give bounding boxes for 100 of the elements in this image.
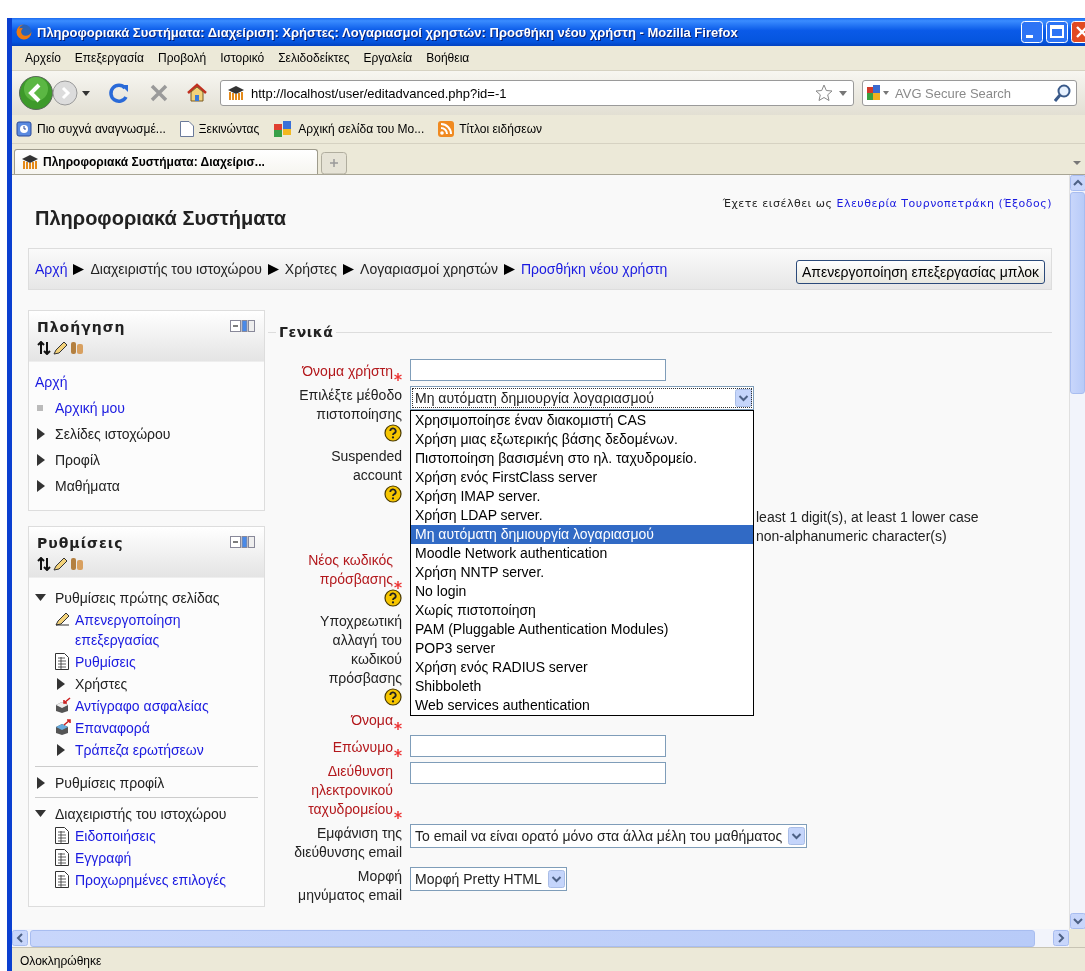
move-arrows-icon[interactable] (37, 341, 51, 355)
logout-link[interactable]: (Έξοδος) (994, 197, 1052, 210)
search-icon[interactable] (1054, 84, 1072, 102)
right-triangle-icon[interactable] (37, 428, 45, 440)
help-icon[interactable] (384, 589, 402, 607)
search-bar[interactable]: AVG Secure Search (862, 80, 1077, 106)
nav-link[interactable]: Αντίγραφο ασφαλείας (75, 696, 258, 716)
menu-item[interactable]: Ιστορικό (213, 49, 272, 67)
bookmark-link[interactable]: Τίτλοι ειδήσεων (459, 122, 542, 136)
right-triangle-icon[interactable] (37, 454, 45, 466)
nav-link[interactable]: Τράπεζα ερωτήσεων (75, 740, 258, 760)
horizontal-scrollbar[interactable] (12, 929, 1069, 947)
required-icon (394, 749, 402, 757)
dropdown-option[interactable]: Πιστοποίηση βασισμένη στο ηλ. ταχυδρομείο. (411, 449, 753, 468)
dropdown-option[interactable]: Χρήση IMAP server. (411, 487, 753, 506)
nav-link[interactable]: Αρχή (35, 372, 258, 392)
nav-item[interactable]: Διαχειριστής του ιστοχώρου (55, 804, 258, 824)
login-info: Έχετε εισέλθει ως (722, 197, 834, 210)
nav-item[interactable]: Μαθήματα (55, 476, 258, 496)
feed-icon (438, 121, 455, 137)
required-icon (394, 581, 402, 589)
down-triangle-icon[interactable] (35, 810, 46, 818)
scroll-left-icon[interactable] (12, 930, 28, 946)
dropdown[interactable]: Το email να είναι ορατό μόνο στα άλλα μέλη του μαθήματος (410, 824, 808, 848)
nav-item[interactable]: Ρυθμίσεις προφίλ (55, 773, 258, 793)
text-field[interactable] (410, 735, 666, 757)
right-triangle-icon[interactable] (37, 480, 45, 492)
minimize-button[interactable] (1021, 21, 1043, 43)
vertical-scrollbar[interactable] (1069, 175, 1085, 929)
dock-icon[interactable] (230, 319, 256, 333)
menu-item[interactable]: Αρχείο (18, 49, 68, 67)
dropdown-option[interactable]: Χρήση ενός RADIUS server (411, 658, 753, 677)
scroll-up-icon[interactable] (1070, 175, 1085, 191)
scroll-right-icon[interactable] (1053, 930, 1069, 946)
dropdown-option[interactable]: No login (411, 582, 753, 601)
nav-link[interactable]: Επαναφορά (75, 718, 258, 738)
breadcrumb-link[interactable]: Προσθήκη νέου χρήστη (521, 261, 668, 277)
right-triangle-icon[interactable] (57, 744, 65, 756)
bookmark-link[interactable]: Ξεκινώντας (198, 122, 260, 136)
dropdown-option[interactable]: Χρήση ενός FirstClass server (411, 468, 753, 487)
field-label: Νέος κωδικός πρόσβασης (307, 551, 393, 589)
down-triangle-icon[interactable] (35, 594, 46, 602)
site-title: Πληροφοριακά Συστήματα (35, 207, 287, 230)
tiles-icon (273, 120, 294, 138)
help-icon[interactable] (384, 688, 402, 706)
menu-item[interactable]: Σελιδοδείκτες (271, 49, 357, 67)
nav-item[interactable]: Ρυθμίσεις πρώτης σελίδας (55, 588, 258, 608)
maximize-button[interactable] (1046, 21, 1068, 43)
history-caret-icon[interactable] (82, 90, 90, 96)
search-engine-icon[interactable] (867, 85, 889, 101)
bookmark-link[interactable]: Αρχική σελίδα του Mo... (298, 122, 425, 136)
right-triangle-icon[interactable] (57, 678, 65, 690)
help-icon[interactable] (384, 424, 402, 442)
pencil-icon[interactable] (53, 557, 68, 571)
dropdown-option[interactable]: Moodle Network authentication (411, 544, 753, 563)
dropdown-option[interactable]: Χρησιμοποίησε έναν διακομιστή CAS (411, 411, 753, 430)
back-button[interactable] (18, 75, 54, 111)
pencil-icon[interactable] (53, 341, 68, 355)
dropdown-option[interactable]: POP3 server (411, 639, 753, 658)
menu-item[interactable]: Βοήθεια (419, 49, 477, 67)
nav-link[interactable]: Ειδοποιήσεις (75, 826, 258, 846)
history-icon (16, 121, 32, 137)
breadcrumb-link[interactable]: Αρχή (35, 261, 68, 277)
help-icon[interactable] (384, 485, 402, 503)
dropdown[interactable]: Μορφή Pretty HTML (410, 867, 567, 891)
dropdown-option[interactable]: Χρήση μιας εξωτερικής βάσης δεδομένων. (411, 430, 753, 449)
caret-icon[interactable] (839, 90, 847, 96)
address-bar[interactable]: http://localhost/user/editadvanced.php?id=-1 (220, 80, 854, 106)
text-field[interactable] (410, 359, 666, 381)
home-button[interactable] (186, 82, 208, 104)
dropdown-option[interactable]: Χρήση NNTP server. (411, 563, 753, 582)
move-arrows-icon[interactable] (37, 557, 51, 571)
dropdown-option[interactable]: Μη αυτόματη δημιουργία λογαριασμού (411, 525, 753, 544)
bookmark-link[interactable]: Πιο συχνά αναγνωσμέ... (37, 122, 166, 136)
block-editing-button[interactable]: Απενεργοποίηση επεξεργασίας μπλοκ (796, 260, 1045, 284)
scroll-down-icon[interactable] (1070, 913, 1085, 929)
user-link[interactable]: Ελευθερία Τουρνοπετράκη (836, 197, 995, 210)
dropdown-option[interactable]: Web services authentication (411, 696, 753, 715)
browser-tab[interactable]: Πληροφοριακά Συστήματα: Διαχείρισ... (14, 149, 318, 174)
right-triangle-icon[interactable] (37, 777, 45, 789)
nav-item[interactable]: Χρήστες (75, 674, 258, 694)
nav-link[interactable]: Ρυθμίσεις (75, 652, 258, 672)
dock-icon[interactable] (230, 535, 256, 549)
nav-link[interactable]: Απενεργοποίηση επεξεργασίας (75, 610, 258, 650)
nav-link[interactable]: Αρχική μου (55, 398, 258, 418)
menu-item[interactable]: Επεξεργασία (67, 49, 151, 67)
menu-item[interactable]: Εργαλεία (356, 49, 420, 67)
nav-item[interactable]: Προφίλ (55, 450, 258, 470)
dropdown-option[interactable]: Χρήση LDAP server. (411, 506, 753, 525)
dropdown-option[interactable]: PAM (Pluggable Authentication Modules) (411, 620, 753, 639)
dropdown-option[interactable]: Shibboleth (411, 677, 753, 696)
dropdown-option[interactable]: Χωρίς πιστοποίηση (411, 601, 753, 620)
field-label: Όνομα (351, 711, 393, 730)
menu-item[interactable]: Προβολή (150, 49, 214, 67)
reload-button[interactable] (108, 82, 130, 104)
nav-link[interactable]: Εγγραφή (75, 848, 258, 868)
bookmark-star-icon[interactable] (815, 84, 833, 102)
nav-link[interactable]: Προχωρημένες επιλογές (75, 870, 258, 890)
text-field[interactable] (410, 762, 666, 784)
nav-item[interactable]: Σελίδες ιστοχώρου (55, 424, 258, 444)
